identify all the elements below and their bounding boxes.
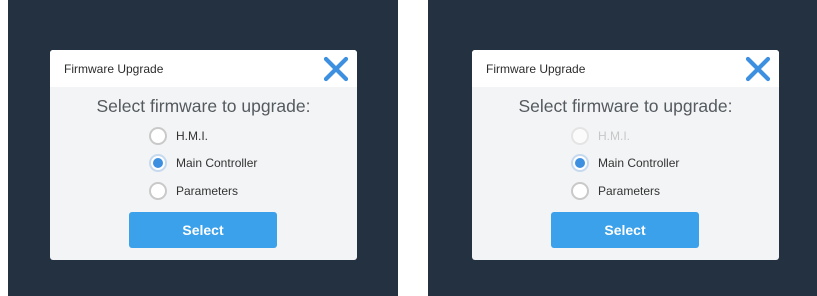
radio-parameters[interactable] bbox=[571, 182, 589, 200]
dialog-title: Firmware Upgrade bbox=[64, 62, 164, 76]
prompt-text: Select firmware to upgrade: bbox=[96, 96, 311, 116]
option-label-main-controller: Main Controller bbox=[598, 156, 680, 170]
radio-parameters[interactable] bbox=[149, 182, 167, 200]
close-icon bbox=[323, 56, 349, 82]
radio-main-controller[interactable] bbox=[571, 154, 589, 172]
radio-hmi[interactable] bbox=[149, 127, 167, 145]
option-label-hmi: H.M.I. bbox=[598, 129, 630, 143]
firmware-upgrade-dialog: Firmware Upgrade Select firmware to upgr… bbox=[50, 50, 357, 260]
option-label-main-controller: Main Controller bbox=[176, 156, 258, 170]
select-button[interactable]: Select bbox=[551, 212, 699, 248]
option-label-hmi: H.M.I. bbox=[176, 129, 208, 143]
close-icon bbox=[745, 56, 771, 82]
select-button[interactable]: Select bbox=[129, 212, 277, 248]
device-screen-right: Firmware Upgrade Select firmware to upgr… bbox=[428, 0, 817, 296]
firmware-upgrade-dialog: Firmware Upgrade Select firmware to upgr… bbox=[472, 50, 779, 260]
close-button[interactable] bbox=[321, 54, 351, 84]
dialog-title: Firmware Upgrade bbox=[486, 62, 586, 76]
radio-hmi bbox=[571, 127, 589, 145]
option-label-parameters: Parameters bbox=[176, 184, 239, 198]
device-screen-left: Firmware Upgrade Select firmware to upgr… bbox=[8, 0, 398, 296]
radio-main-controller[interactable] bbox=[149, 154, 167, 172]
prompt-text: Select firmware to upgrade: bbox=[518, 96, 733, 116]
dialog-header: Firmware Upgrade bbox=[472, 50, 779, 87]
close-button[interactable] bbox=[743, 54, 773, 84]
option-label-parameters: Parameters bbox=[598, 184, 661, 198]
dialog-header: Firmware Upgrade bbox=[50, 50, 357, 87]
